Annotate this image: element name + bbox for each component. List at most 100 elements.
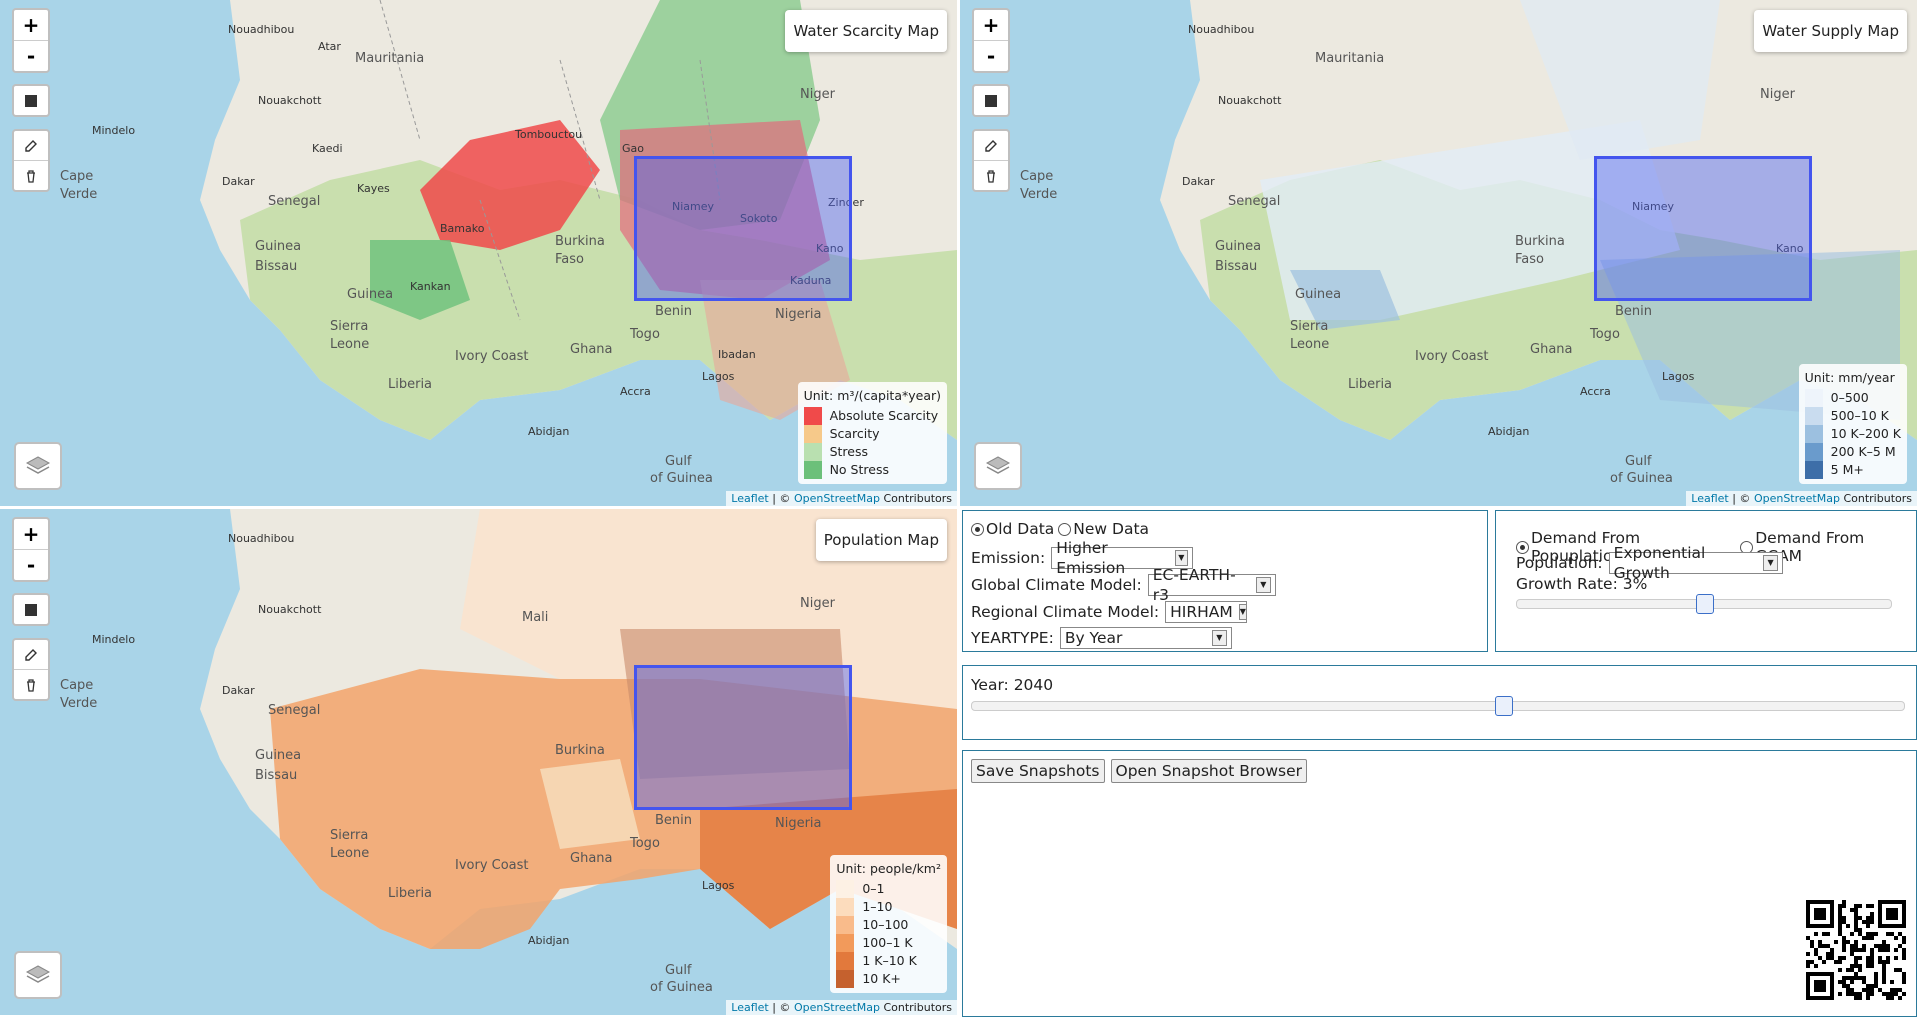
new-data-radio[interactable] [1058, 522, 1072, 536]
edit-layers-button[interactable] [14, 640, 48, 669]
country-label: Ivory Coast [455, 349, 529, 364]
square-icon [25, 94, 37, 107]
country-label: of Guinea [650, 980, 713, 995]
country-label: Ivory Coast [455, 858, 529, 873]
attribution-sep: | © [768, 1001, 794, 1014]
attribution-tail: Contributors [879, 492, 952, 505]
year-slider[interactable] [971, 696, 1905, 716]
save-snapshots-button[interactable]: Save Snapshots [971, 759, 1105, 783]
leaflet-link[interactable]: Leaflet [731, 492, 768, 505]
edit-icon [25, 139, 37, 152]
legend-label: Scarcity [829, 426, 880, 441]
year-handle[interactable] [1495, 696, 1514, 716]
country-label: Burkina [1515, 234, 1565, 249]
legend-item: 200 K–5 M [1804, 443, 1901, 461]
zoom-out-button[interactable]: - [974, 41, 1008, 71]
rcm-select[interactable]: HIRHAM ▼ [1165, 601, 1248, 623]
selection-rectangle[interactable] [634, 156, 852, 301]
population-map[interactable]: Senegal Guinea Bissau Cape Verde Sierra … [0, 509, 957, 1015]
gcm-select[interactable]: EC-EARTH-r3 ▼ [1147, 566, 1276, 604]
population-select[interactable]: Exponential Growth ▼ [1608, 544, 1783, 582]
country-label: Guinea [1295, 287, 1341, 302]
delete-layers-button[interactable] [14, 160, 48, 190]
selection-rectangle[interactable] [1594, 156, 1812, 301]
legend-item: 10 K–200 K [1804, 425, 1901, 443]
legend-item: 10–100 [836, 916, 941, 934]
country-label: Togo [629, 327, 660, 342]
legend-label: 10 K+ [862, 971, 901, 986]
old-data-radio[interactable] [971, 522, 984, 536]
country-label: of Guinea [650, 471, 713, 486]
zoom-out-button[interactable]: - [14, 41, 48, 71]
draw-rectangle-button[interactable] [974, 86, 1008, 115]
draw-rectangle-button[interactable] [14, 595, 48, 624]
zoom-out-button[interactable]: - [14, 550, 48, 580]
country-label: Mali [522, 610, 548, 625]
growth-rate-slider[interactable] [1516, 594, 1892, 614]
city-label: Nouakchott [258, 94, 322, 107]
zoom-control: + - [972, 8, 1010, 73]
city-label: Abidjan [528, 934, 569, 947]
zoom-in-button[interactable]: + [974, 10, 1008, 41]
trash-icon [27, 169, 35, 183]
open-snapshot-browser-button[interactable]: Open Snapshot Browser [1110, 759, 1308, 783]
yeartype-select[interactable]: By Year ▼ [1059, 627, 1232, 649]
layers-icon [25, 456, 51, 474]
chevron-down-icon: ▼ [1211, 630, 1227, 646]
legend-unit: Unit: m³/(capita*year) [803, 388, 941, 403]
osm-link[interactable]: OpenStreetMap [794, 492, 880, 505]
edit-toolbar [12, 638, 50, 701]
osm-link[interactable]: OpenStreetMap [794, 1001, 880, 1014]
legend-item: Scarcity [803, 425, 941, 443]
osm-link[interactable]: OpenStreetMap [1754, 492, 1840, 505]
map-title: Water Scarcity Map [785, 10, 947, 52]
zoom-control: + - [12, 8, 50, 73]
map-title: Water Supply Map [1754, 10, 1907, 52]
legend-item: 10 K+ [836, 970, 941, 988]
zoom-in-button[interactable]: + [14, 10, 48, 41]
layers-button[interactable] [14, 951, 62, 999]
edit-layers-button[interactable] [14, 131, 48, 160]
city-label: Lagos [702, 879, 735, 892]
water-scarcity-map[interactable]: Mauritania Senegal Guinea Bissau Cape Ve… [0, 0, 957, 506]
city-label: Gao [622, 142, 644, 155]
country-label: Niger [800, 87, 836, 102]
country-label: Liberia [388, 886, 432, 901]
water-supply-map[interactable]: Mauritania Senegal Guinea Bissau Cape Ve… [960, 0, 1917, 506]
zoom-in-button[interactable]: + [14, 519, 48, 550]
city-label: Nouadhibou [228, 532, 294, 545]
legend-swatch [1804, 407, 1823, 425]
country-label: Gulf [665, 963, 692, 978]
attribution: Leaflet | © OpenStreetMap Contributors [726, 1000, 957, 1015]
rcm-value: HIRHAM [1170, 603, 1233, 621]
legend-item: Absolute Scarcity [803, 407, 941, 425]
country-label: Ivory Coast [1415, 349, 1489, 364]
edit-layers-button[interactable] [974, 131, 1008, 160]
attribution: Leaflet | © OpenStreetMap Contributors [1686, 491, 1917, 506]
layers-button[interactable] [14, 442, 62, 490]
country-label: Verde [1020, 187, 1057, 202]
year-label: Year: 2040 [971, 676, 1054, 694]
year-panel: Year: 2040 [962, 665, 1917, 740]
legend-label: Stress [829, 444, 868, 459]
draw-rectangle-button[interactable] [14, 86, 48, 115]
population-row: Population: Exponential Growth ▼ [1516, 544, 1783, 582]
country-label: Liberia [388, 377, 432, 392]
layers-button[interactable] [974, 442, 1022, 490]
leaflet-link[interactable]: Leaflet [1691, 492, 1728, 505]
legend-swatch [803, 443, 822, 461]
city-label: Nouadhibou [228, 23, 294, 36]
delete-layers-button[interactable] [974, 160, 1008, 190]
leaflet-link[interactable]: Leaflet [731, 1001, 768, 1014]
gcm-value: EC-EARTH-r3 [1152, 566, 1236, 604]
city-label: Atar [318, 40, 341, 53]
city-label: Bamako [440, 222, 485, 235]
delete-layers-button[interactable] [14, 669, 48, 699]
country-label: Cape [1020, 169, 1053, 184]
trash-icon [987, 169, 995, 183]
legend-swatch [836, 898, 855, 916]
selection-rectangle[interactable] [634, 665, 852, 810]
population-label: Population: [1516, 554, 1603, 572]
growth-rate-handle[interactable] [1696, 594, 1714, 614]
legend-item: 0–500 [1804, 389, 1901, 407]
